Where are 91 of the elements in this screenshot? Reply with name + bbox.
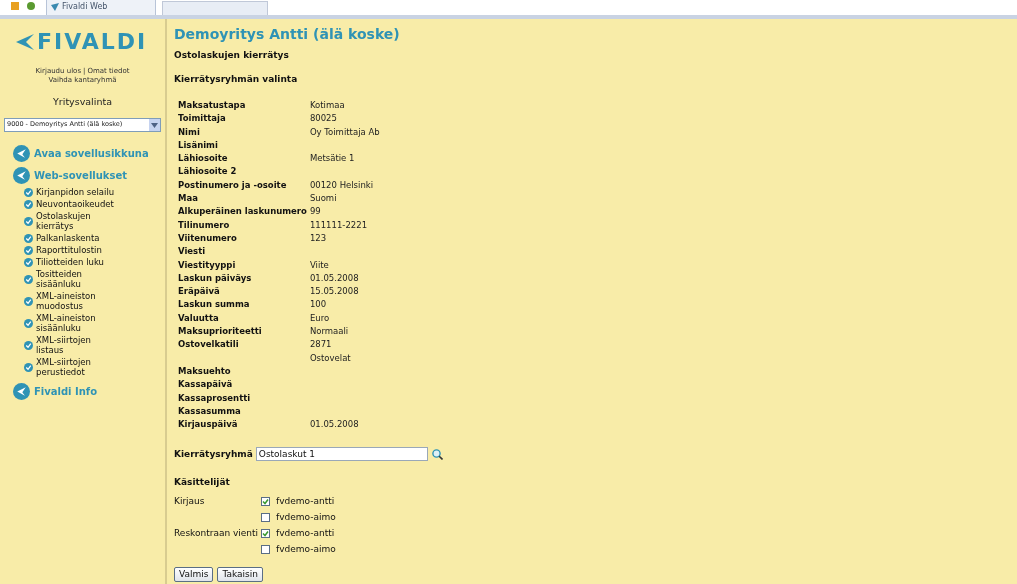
- field-label: Lisänimi: [178, 138, 219, 152]
- field-label: Maksuprioriteetti: [178, 325, 263, 339]
- field-label: Kassaprosentti: [178, 391, 252, 405]
- check-circle-icon: [24, 245, 33, 255]
- field-value: Oy Toimittaja Ab: [309, 125, 380, 139]
- nav-item[interactable]: XML-aineiston sisäänluku: [36, 313, 116, 334]
- nav-item[interactable]: Neuvontaoikeudet: [36, 199, 116, 210]
- field-label: Ostovelkatili: [178, 338, 240, 352]
- nav-item[interactable]: Raporttitulostin: [36, 245, 116, 256]
- field-label: Laskun summa: [178, 298, 251, 312]
- field-label: Viesti: [178, 245, 207, 259]
- dropdown-arrow-icon: [151, 122, 158, 128]
- field-label: Maksatustapa: [178, 99, 247, 112]
- field-label: Valuutta: [178, 311, 220, 325]
- circle-icon: [13, 383, 30, 401]
- circle-icon: [13, 145, 30, 163]
- row-label: Kirjaus: [174, 495, 206, 507]
- company-label: Yritysvalinta: [52, 95, 113, 109]
- checkbox[interactable]: [261, 544, 270, 554]
- nav-item[interactable]: XML-aineiston muodostus: [36, 291, 116, 312]
- search-icon[interactable]: [431, 448, 443, 460]
- checkbox-label: fvdemo-aimo: [276, 543, 336, 555]
- field-label: Laskun päiväys: [178, 271, 253, 285]
- check-circle-icon: [24, 340, 33, 350]
- field-label: Lähiosoite 2: [178, 165, 238, 179]
- row-label: Reskontraan vienti: [174, 527, 260, 539]
- field-value: 15.05.2008: [309, 285, 360, 299]
- field-label: Maa: [178, 192, 199, 206]
- check-circle-icon: [24, 274, 33, 284]
- browser-tab[interactable]: Fivaldi Web: [46, 0, 156, 15]
- checkbox[interactable]: [261, 512, 270, 522]
- section-title: Kierrätysryhmän valinta: [174, 72, 299, 86]
- nav-item[interactable]: XML-siirtojen perustiedot: [36, 357, 116, 378]
- checkbox-label: fvdemo-aimo: [276, 511, 336, 523]
- nav-item[interactable]: Palkanlaskenta: [36, 233, 116, 244]
- nav-item[interactable]: Tositteiden sisäänluku: [36, 269, 116, 290]
- checkbox-label: fvdemo-antti: [276, 495, 335, 507]
- checkbox-label: fvdemo-antti: [276, 527, 335, 539]
- field-value: 99: [309, 205, 322, 219]
- field-label: Alkuperäinen laskunumero: [178, 205, 307, 219]
- section-title: Käsittelijät: [174, 476, 231, 490]
- field-value: Euro: [309, 311, 331, 325]
- check-circle-icon: [24, 296, 33, 306]
- field-label: Viitenumero: [178, 231, 238, 245]
- field-value: Kotimaa: [309, 99, 346, 112]
- subtitle: Ostolaskujen kierrätys: [174, 49, 290, 62]
- field-label: Nimi: [178, 125, 201, 139]
- field-label: Postinumero ja -osoite: [178, 178, 288, 192]
- nav-item[interactable]: Ostolaskujen kierrätys: [36, 211, 116, 232]
- field-label: Kierrätysryhmä: [174, 447, 253, 461]
- field-value: 01.05.2008: [309, 418, 360, 432]
- circle-icon: [13, 167, 30, 185]
- field-value: 100: [309, 298, 328, 312]
- checkbox[interactable]: [261, 496, 270, 506]
- field-value: 111111-2221: [309, 218, 369, 232]
- field-label: Lähiosoite: [178, 152, 229, 166]
- check-circle-icon: [24, 233, 33, 243]
- button[interactable]: Valmis: [174, 566, 214, 582]
- text-field[interactable]: Ostolaskut 1: [255, 447, 428, 462]
- tab-icon: [51, 3, 59, 11]
- field-value: Suomi: [309, 192, 338, 206]
- field-label: Maksuehto: [178, 364, 232, 378]
- check-circle-icon: [24, 187, 33, 197]
- checkbox[interactable]: [261, 528, 270, 538]
- check-circle-icon: [24, 318, 33, 328]
- nav-item[interactable]: Tiliotteiden luku: [36, 257, 116, 268]
- field-value: 123: [309, 231, 328, 245]
- field-value: 01.05.2008: [309, 271, 360, 285]
- field-value: 80025: [309, 112, 338, 126]
- check-circle-icon: [24, 216, 33, 226]
- field-value: Ostovelat: [309, 351, 352, 365]
- field-value: 2871: [309, 338, 333, 352]
- check-circle-icon: [24, 257, 33, 267]
- field-label: Toimittaja: [178, 112, 227, 126]
- field-label: Viestityyppi: [178, 258, 237, 272]
- button[interactable]: Takaisin: [217, 566, 263, 582]
- fivaldi-logo: FIVALDI: [0, 31, 165, 53]
- field-label: Kassasumma: [178, 404, 242, 418]
- field-label: Kirjauspäivä: [178, 418, 239, 432]
- field-label: Kassapäivä: [178, 378, 234, 392]
- field-value: Viite: [309, 258, 330, 272]
- nav-item[interactable]: XML-siirtojen listaus: [36, 335, 116, 356]
- page-title: Demoyritys Antti (älä koske): [174, 25, 401, 43]
- field-label: Eräpäivä: [178, 285, 221, 299]
- field-value: 00120 Helsinki: [309, 178, 375, 192]
- nav-item[interactable]: Kirjanpidon selailu: [36, 187, 116, 198]
- check-circle-icon: [24, 199, 33, 209]
- field-value: Normaali: [309, 325, 350, 339]
- field-value: Metsätie 1: [309, 152, 356, 166]
- field-label: Tilinumero: [178, 218, 231, 232]
- check-circle-icon: [24, 362, 33, 372]
